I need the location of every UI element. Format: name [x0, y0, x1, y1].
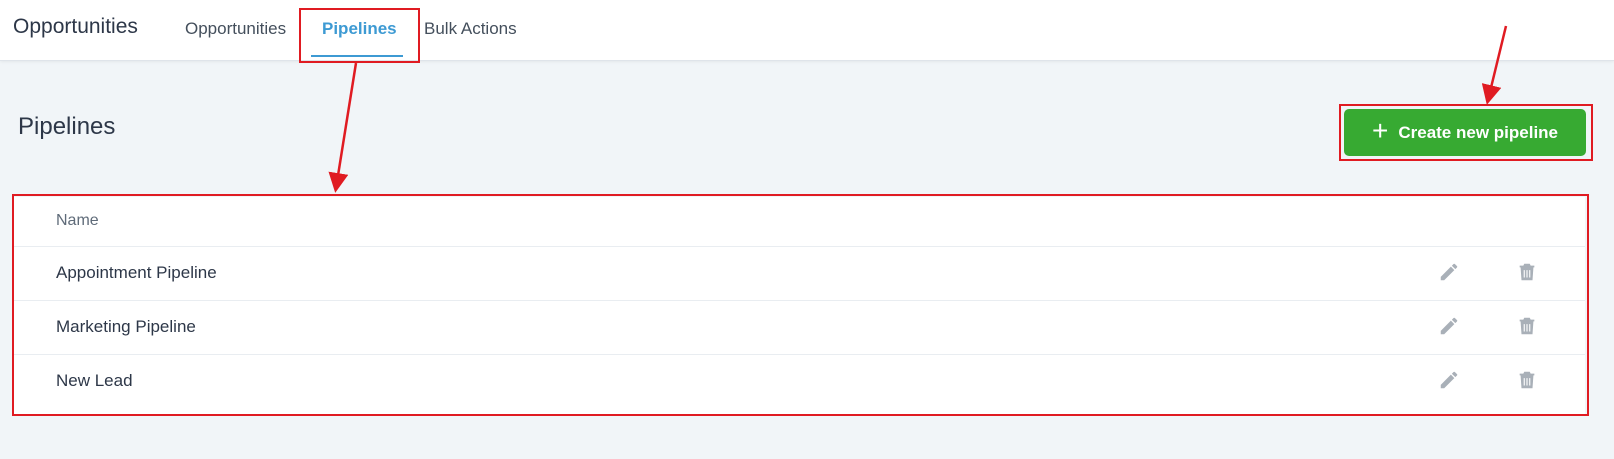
plus-icon: +	[1371, 115, 1389, 146]
tab-bulk-actions[interactable]: Bulk Actions	[424, 19, 517, 39]
trash-icon[interactable]	[1516, 369, 1538, 396]
trash-icon[interactable]	[1516, 315, 1538, 342]
arrow-annotation	[328, 62, 358, 193]
pipelines-table: Name Appointment Pipeline Marketing Pipe…	[14, 197, 1585, 415]
tab-opportunities[interactable]: Opportunities	[185, 19, 286, 39]
pipeline-name: New Lead	[56, 371, 133, 390]
pencil-icon[interactable]	[1438, 315, 1460, 342]
page-title: Pipelines	[18, 113, 116, 140]
pencil-icon[interactable]	[1438, 261, 1460, 288]
create-new-pipeline-button[interactable]: + Create new pipeline	[1344, 109, 1586, 156]
column-header-name: Name	[56, 212, 99, 229]
pipeline-name: Appointment Pipeline	[56, 263, 217, 282]
pipeline-name: Marketing Pipeline	[56, 317, 196, 336]
table-row: Appointment Pipeline	[14, 247, 1585, 301]
table-row: Marketing Pipeline	[14, 301, 1585, 355]
create-new-pipeline-label: Create new pipeline	[1398, 122, 1559, 142]
tab-pipelines[interactable]: Pipelines	[322, 19, 397, 39]
top-navigation-bar: Opportunities Opportunities Pipelines Bu…	[0, 0, 1614, 61]
table-row: New Lead	[14, 355, 1585, 409]
trash-icon[interactable]	[1516, 261, 1538, 288]
table-header-row: Name	[14, 197, 1585, 247]
active-tab-indicator	[311, 55, 403, 57]
app-title: Opportunities	[13, 15, 138, 38]
pencil-icon[interactable]	[1438, 369, 1460, 396]
